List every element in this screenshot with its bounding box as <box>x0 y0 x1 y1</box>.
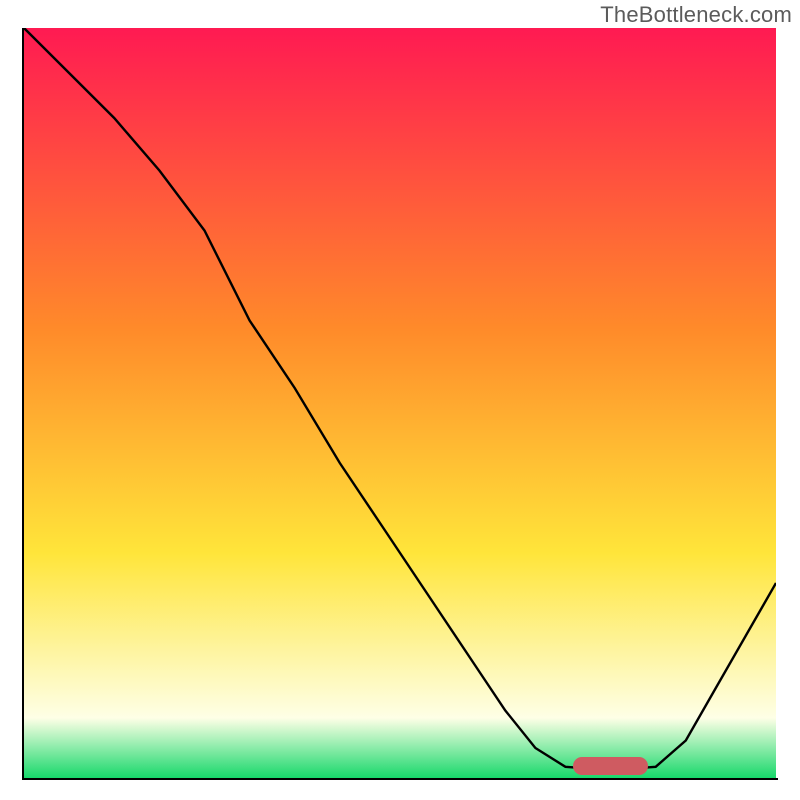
chart-plot <box>24 28 776 778</box>
chart-stage: TheBottleneck.com <box>0 0 800 800</box>
sweet-spot-marker <box>573 757 648 775</box>
watermark-label: TheBottleneck.com <box>600 2 792 28</box>
gradient-background <box>24 28 776 778</box>
